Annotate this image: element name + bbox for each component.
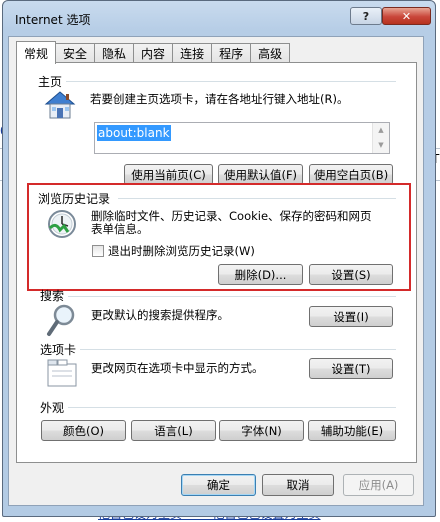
cancel-button[interactable]: 取消 xyxy=(262,474,334,496)
delete-on-exit-checkbox[interactable] xyxy=(92,245,104,257)
section-divider xyxy=(66,81,396,82)
tab-general[interactable]: 常规 xyxy=(16,41,57,64)
fonts-button[interactable]: 字体(N) xyxy=(219,420,304,441)
magnifier-icon xyxy=(47,304,75,336)
colors-button[interactable]: 颜色(O) xyxy=(41,420,126,441)
section-divider xyxy=(80,349,396,350)
use-current-page-button[interactable]: 使用当前页(C) xyxy=(124,164,213,185)
section-divider xyxy=(68,407,396,408)
apply-button[interactable]: 应用(A) xyxy=(343,474,414,496)
homepage-section-title: 主页 xyxy=(38,75,63,89)
tabs-icon xyxy=(47,359,77,387)
tabs-settings-button[interactable]: 设置(T) xyxy=(309,358,393,379)
tab-advanced[interactable]: 高级 xyxy=(250,43,291,63)
homepage-description: 若要创建主页选项卡，请在各地址行键入地址(R)。 xyxy=(90,92,349,106)
scroll-down-icon[interactable]: ▼ xyxy=(373,138,389,153)
search-description: 更改默认的搜索提供程序。 xyxy=(91,308,229,322)
close-button[interactable]: ✕ xyxy=(382,7,431,25)
tab-security[interactable]: 安全 xyxy=(55,43,96,63)
history-section-title: 浏览历史记录 xyxy=(38,192,111,206)
history-description-line1: 删除临时文件、历史记录、Cookie、保存的密码和网页 xyxy=(91,209,372,223)
delete-on-exit-label[interactable]: 退出时删除浏览历史记录(W) xyxy=(108,244,255,258)
search-section-title: 搜索 xyxy=(40,289,65,303)
tab-strip: 常规 安全 隐私 内容 连接 程序 高级 xyxy=(16,41,291,64)
tabs-description: 更改网页在选项卡中显示的方式。 xyxy=(91,361,264,375)
dialog-title: Internet 选项 xyxy=(15,13,91,27)
history-clock-icon xyxy=(48,210,76,238)
appearance-section-title: 外观 xyxy=(40,401,65,415)
section-divider xyxy=(118,198,396,199)
tab-content[interactable]: 内容 xyxy=(133,43,174,63)
use-default-button[interactable]: 使用默认值(F) xyxy=(218,164,303,185)
delete-history-button[interactable]: 删除(D)... xyxy=(218,264,303,285)
home-icon xyxy=(44,91,76,119)
ok-button[interactable]: 确定 xyxy=(181,474,256,496)
tab-connections[interactable]: 连接 xyxy=(172,43,213,63)
search-settings-button[interactable]: 设置(I) xyxy=(309,306,393,327)
history-description-line2: 表单信息。 xyxy=(91,222,149,236)
history-settings-button[interactable]: 设置(S) xyxy=(309,264,393,285)
scroll-up-icon[interactable]: ▲ xyxy=(373,123,389,138)
section-divider xyxy=(68,296,396,297)
tabs-section-title: 选项卡 xyxy=(40,343,77,357)
use-blank-button[interactable]: 使用空白页(B) xyxy=(309,164,393,185)
help-button[interactable]: ? xyxy=(350,7,382,25)
accessibility-button[interactable]: 辅助功能(E) xyxy=(308,420,396,441)
tab-programs[interactable]: 程序 xyxy=(211,43,252,63)
url-scrollbar[interactable]: ▲ ▼ xyxy=(372,123,389,153)
homepage-url-value: about:blank xyxy=(97,125,171,141)
tab-privacy[interactable]: 隐私 xyxy=(94,43,135,63)
languages-button[interactable]: 语言(L) xyxy=(131,420,216,441)
homepage-url-input[interactable]: about:blank ▲ ▼ xyxy=(94,122,390,154)
